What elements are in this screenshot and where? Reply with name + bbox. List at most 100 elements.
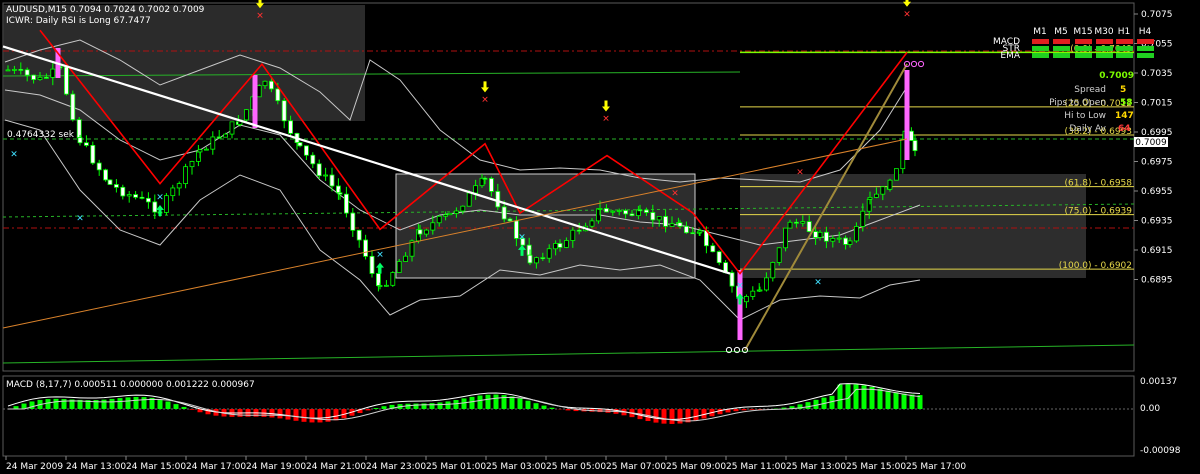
macd-label: MACD (8,17,7) 0.000511 0.000000 0.001222…	[6, 380, 255, 390]
candle-body	[589, 220, 595, 227]
matrix-cell	[1053, 39, 1070, 44]
macd-bar	[749, 409, 755, 410]
candle-body	[223, 133, 229, 138]
matrix-cell	[1096, 46, 1113, 51]
candle-body	[776, 247, 782, 263]
candle-body	[473, 185, 479, 194]
macd-bar	[133, 396, 139, 409]
matrix-col-m30: M30	[1094, 27, 1113, 37]
candle-body	[770, 262, 776, 279]
candle-body	[152, 201, 158, 213]
candle-body	[18, 69, 24, 71]
candle-body	[126, 194, 132, 197]
y-tick-label: 0.6895	[1141, 276, 1173, 286]
candle-body	[383, 284, 389, 287]
candle-body	[50, 68, 56, 78]
macd-bar	[181, 406, 187, 409]
candle-body	[390, 272, 396, 286]
candle-body	[268, 80, 274, 90]
candle-body	[800, 221, 806, 224]
candle-body	[644, 209, 649, 213]
macd-bar	[317, 409, 323, 423]
macd-bar	[653, 409, 659, 423]
x-mark-icon: ✕	[256, 11, 264, 21]
y-tick-label: 0.7075	[1141, 10, 1173, 20]
candle-body	[880, 186, 886, 195]
candle-body	[430, 222, 436, 231]
x-mark-icon: ✕	[156, 193, 164, 203]
candle-body	[70, 93, 76, 121]
candle-body	[564, 240, 569, 248]
candle-body	[170, 187, 176, 197]
matrix-col-h4: H4	[1139, 27, 1152, 37]
pivot-circle-icon	[733, 346, 741, 354]
macd-bar	[901, 393, 907, 409]
down-arrow-icon	[602, 100, 610, 112]
candle-body	[163, 195, 169, 213]
candle-body	[90, 144, 96, 164]
macd-bar	[53, 398, 59, 409]
macd-bar	[541, 405, 547, 409]
candle-body	[120, 186, 126, 197]
candle-body	[757, 289, 763, 292]
macd-bar	[837, 384, 843, 409]
candle-body	[466, 192, 472, 207]
macd-bar	[117, 398, 123, 409]
candle-body	[629, 213, 635, 217]
candle-body	[874, 193, 879, 198]
candle-highlight	[904, 70, 910, 160]
matrix-col-m5: M5	[1054, 27, 1068, 37]
candle-body	[210, 136, 216, 150]
trendline-label: 0.4764332 sek	[7, 130, 75, 140]
candle-body	[216, 136, 222, 139]
candle-body	[343, 193, 349, 214]
pivot-circle-icon	[910, 60, 918, 68]
x-tick-label: 25 Mar 01:00	[426, 462, 486, 472]
macd-bar	[493, 394, 499, 409]
macd-bar	[101, 399, 107, 409]
macd-axis-zero: 0.00	[1140, 404, 1160, 414]
candle-body	[887, 179, 893, 190]
candle-body	[31, 74, 37, 80]
candle-body	[616, 210, 622, 212]
candle-body	[77, 137, 83, 144]
candle-body	[5, 69, 11, 72]
candle-body	[482, 177, 488, 180]
macd-bar	[109, 398, 115, 409]
candle-body	[912, 140, 918, 152]
candle-body	[76, 119, 82, 139]
candle-body	[570, 229, 576, 241]
candle-body	[750, 290, 756, 297]
candle-body	[729, 272, 735, 287]
candle-body	[526, 244, 532, 256]
candle-body	[275, 88, 281, 102]
macd-bar	[365, 409, 371, 411]
candle-body	[323, 174, 329, 177]
candle-body	[787, 221, 793, 229]
x-mark-icon: ✕	[481, 95, 489, 105]
candle-body	[557, 243, 563, 248]
macd-bar	[805, 402, 811, 409]
candle-body	[830, 238, 836, 242]
candle-body	[527, 254, 533, 264]
candle-body	[663, 216, 668, 227]
x-mark-icon: ✕	[76, 214, 84, 224]
fib-label: (61.8) - 0.6958	[1064, 179, 1132, 189]
candle-body	[203, 148, 209, 151]
candle-highlight	[737, 270, 743, 340]
hi-to-low-label: Hi to Low	[1064, 111, 1106, 121]
x-tick-label: 24 Mar 23:00	[366, 462, 426, 472]
y-tick-label: 0.7015	[1141, 99, 1173, 109]
candle-body	[281, 100, 287, 122]
macd-axis-top: 0.00137	[1140, 377, 1177, 387]
candle-body	[900, 139, 906, 170]
macd-bar	[381, 406, 387, 409]
x-tick-label: 25 Mar 07:00	[606, 462, 666, 472]
x-tick-label: 25 Mar 13:00	[786, 462, 846, 472]
macd-bar	[909, 394, 915, 409]
candle-body	[44, 76, 49, 79]
down-arrow-icon	[481, 81, 489, 93]
matrix-cell	[1075, 39, 1092, 44]
matrix-cell	[1137, 46, 1154, 51]
candle-body	[262, 80, 268, 87]
